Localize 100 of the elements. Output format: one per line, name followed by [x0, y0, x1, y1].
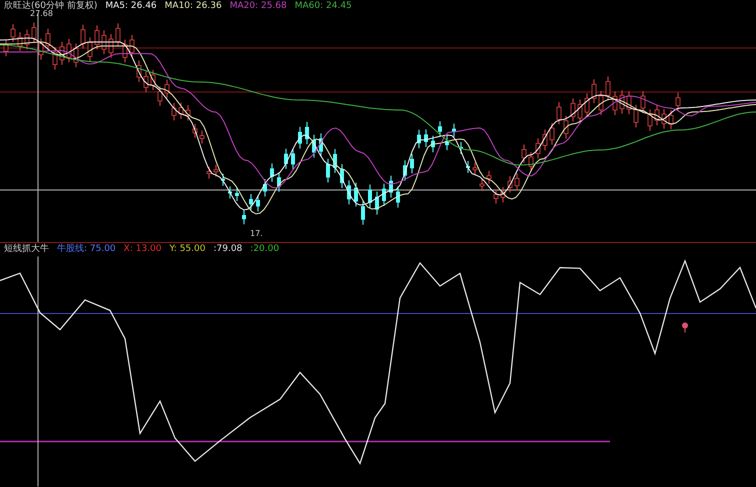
candlestick [88, 36, 92, 62]
candlestick [570, 98, 576, 122]
candlestick [256, 194, 260, 212]
candlestick [94, 25, 100, 50]
candlestick [654, 104, 660, 126]
moving-average-label: MA60: 24.45 [294, 2, 352, 11]
candlestick [592, 78, 596, 104]
candlestick [584, 92, 590, 118]
indicator-title: 短线抓大牛 [4, 245, 49, 254]
candlestick [556, 102, 562, 125]
candlestick [200, 130, 204, 144]
candlestick [417, 129, 421, 149]
candlestick [263, 178, 267, 197]
candlestick [242, 210, 246, 225]
candlestick [333, 148, 337, 174]
indicator-value-label: Y: 55.00 [170, 245, 206, 254]
candlestick [60, 41, 64, 66]
marker-icon [682, 322, 688, 333]
candlestick [52, 46, 58, 70]
candlestick [18, 32, 22, 52]
candlestick [319, 132, 323, 158]
candlestick [235, 187, 239, 202]
candlestick [10, 24, 16, 42]
candlestick [528, 151, 534, 172]
candlestick [410, 153, 414, 174]
candlestick [186, 104, 190, 121]
stock-title: 欣旺达(60分钟 前复权) [4, 2, 98, 11]
candlestick [396, 186, 400, 208]
candlestick [480, 178, 484, 192]
candlestick [620, 90, 624, 114]
candlestick [74, 43, 78, 68]
candlestick [24, 29, 30, 50]
candlestick [389, 175, 393, 198]
candlestick [514, 172, 520, 192]
candlestick [80, 24, 86, 50]
candlestick [500, 186, 506, 203]
candlestick [284, 148, 288, 170]
candlestick [626, 90, 632, 115]
candlestick [368, 184, 372, 208]
candlestick [375, 191, 379, 216]
moving-average-label: MA10: 26.36 [164, 2, 222, 11]
candlestick [424, 128, 428, 148]
moving-average-label: MA5: 26.46 [105, 2, 157, 11]
candlestick [228, 186, 232, 199]
candlestick [466, 160, 470, 174]
candlestick [38, 38, 44, 60]
candlestick [130, 34, 134, 58]
candlestick [522, 144, 526, 164]
candlestick [459, 141, 463, 154]
candlestick [354, 182, 358, 208]
candlestick [676, 92, 680, 112]
candlestick [32, 22, 36, 44]
candlestick [277, 172, 281, 192]
candlestick [178, 102, 184, 120]
candlestick [550, 122, 554, 146]
candlestick [648, 109, 652, 132]
candlestick [668, 110, 674, 130]
indicator-value-label: :79.08 [213, 245, 242, 254]
candlestick [206, 166, 212, 180]
candlestick [221, 173, 225, 186]
indicator-value-label: :20.00 [250, 245, 280, 254]
candlestick [144, 70, 148, 93]
candlestick [136, 60, 142, 83]
candlestick [494, 189, 498, 204]
candlestick [305, 121, 309, 145]
candlestick [564, 115, 568, 140]
candlestick [116, 22, 120, 48]
candlestick [270, 162, 274, 182]
candlestick [326, 158, 330, 184]
candlestick [312, 134, 316, 158]
candlestick [578, 99, 582, 124]
candlestick [640, 90, 646, 114]
indicator-value-label: X: 13.00 [124, 245, 162, 254]
candlestick [108, 34, 114, 58]
candlestick [542, 128, 548, 151]
candlestick [382, 183, 386, 207]
candlestick [438, 120, 442, 138]
candlestick [4, 39, 8, 57]
moving-average-label: MA20: 25.68 [230, 2, 287, 11]
candlestick [431, 135, 435, 153]
price-label: 27.68 [30, 10, 53, 18]
candlestick [662, 108, 666, 130]
candlestick [612, 90, 618, 116]
candlestick [445, 135, 449, 151]
candlestick [102, 30, 106, 55]
candlestick [249, 193, 253, 210]
candlestick [164, 79, 170, 99]
candlestick [150, 69, 156, 91]
candlestick [452, 123, 456, 138]
candlestick [486, 170, 492, 184]
candlestick [536, 138, 540, 160]
candlestick [214, 164, 218, 178]
candlestick [172, 102, 176, 121]
candlestick [340, 164, 344, 189]
candlestick [403, 160, 407, 182]
candlestick [122, 39, 128, 63]
candlestick [158, 86, 162, 106]
candlestick [361, 200, 365, 226]
candlestick [291, 148, 295, 170]
candlestick [472, 162, 478, 176]
